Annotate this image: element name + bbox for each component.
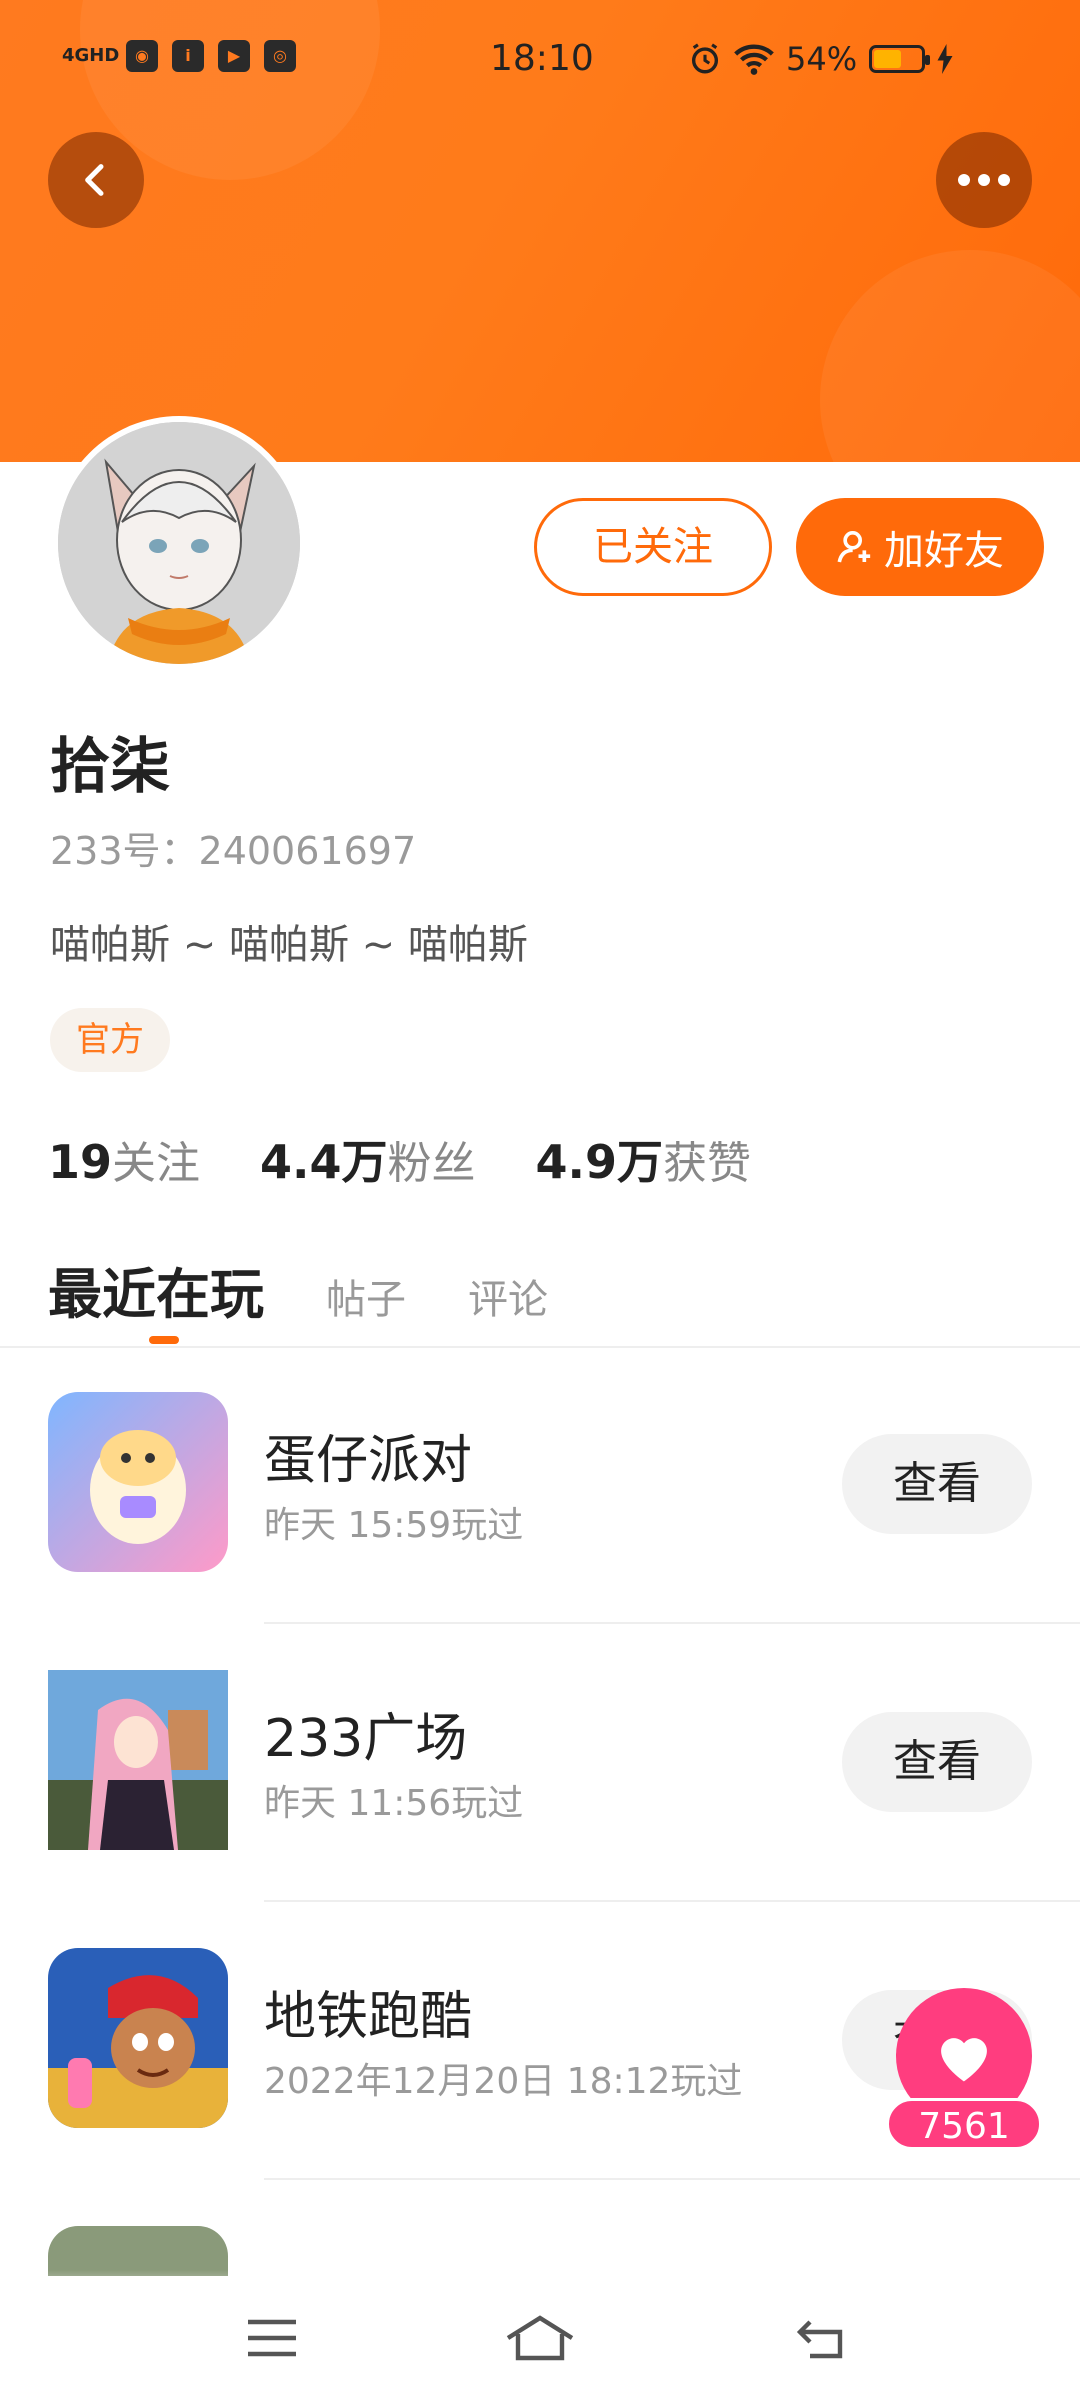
eggy-party-image (48, 1392, 228, 1572)
avatar-illustration (58, 422, 300, 664)
return-icon (796, 2320, 843, 2359)
view-button[interactable]: 查看 (842, 1712, 1032, 1812)
game-last-played: 昨天 11:56玩过 (264, 1783, 524, 1824)
subway-surfers-image (48, 1948, 228, 2128)
tab-recently-played[interactable]: 最近在玩 (48, 1250, 264, 1329)
profile-name: 拾柒 (50, 732, 170, 802)
stat-number: 19 (48, 1135, 113, 1189)
stat-number: 4.9万 (535, 1135, 664, 1189)
game-thumbnail-partial (48, 2226, 228, 2276)
tab-indicator (149, 1336, 179, 1344)
status-left: 4GHD ◉ i ▶ ◎ (62, 40, 296, 72)
battery-icon (869, 45, 931, 73)
profile-uid: 233号：240061697 (50, 829, 417, 873)
home-icon (506, 2315, 574, 2361)
game-last-played: 2022年12月20日 18:12玩过 (264, 2061, 743, 2102)
divider (264, 2178, 1080, 2180)
battery-fill (874, 50, 902, 68)
plaza-game-image (48, 1670, 228, 1850)
game-last-played: 昨天 15:59玩过 (264, 1505, 524, 1546)
game-thumbnail (48, 1670, 228, 1850)
back-nav-button[interactable] (794, 2314, 854, 2364)
tab-posts[interactable]: 帖子 (326, 1267, 406, 1325)
view-button[interactable]: 查看 (842, 1434, 1032, 1534)
menu-icon (248, 2319, 296, 2357)
profile-tabs: 最近在玩 帖子 评论 (48, 1250, 548, 1329)
gallery-app-icon: ◉ (126, 40, 158, 72)
add-user-icon (837, 531, 871, 563)
game-thumbnail (48, 1392, 228, 1572)
stat-likes[interactable]: 4.9万获赞 (536, 1126, 752, 1192)
stat-number: 4.4万 (260, 1135, 388, 1189)
tab-comments[interactable]: 评论 (468, 1267, 548, 1325)
stat-label: 获赞 (663, 1138, 752, 1189)
game-title: 地铁跑酷 (264, 1987, 473, 2047)
menu-button[interactable] (244, 2314, 304, 2364)
browser-app-icon: ◎ (264, 40, 296, 72)
stat-label: 粉丝 (387, 1138, 476, 1189)
game-thumbnail (48, 1948, 228, 2128)
home-button[interactable] (504, 2314, 580, 2364)
heart-icon (941, 2038, 987, 2082)
avatar[interactable] (52, 416, 306, 670)
battery-percent: 54% (786, 40, 858, 78)
charging-icon (937, 44, 953, 74)
status-right: 54% (688, 40, 953, 78)
avatar-image (58, 422, 300, 664)
game-title: 蛋仔派对 (264, 1431, 473, 1491)
stat-following[interactable]: 19关注 (48, 1127, 200, 1191)
like-count: 7561 (886, 2098, 1042, 2150)
system-nav-bar (0, 2276, 1080, 2400)
stat-label: 关注 (112, 1138, 201, 1189)
banner-decoration (820, 250, 1080, 462)
iqiyi-app-icon: i (172, 40, 204, 72)
profile-stats: 19关注 4.4万粉丝 4.9万获赞 (48, 1126, 751, 1192)
add-friend-button[interactable]: 加好友 (796, 498, 1044, 596)
chevron-left-icon (85, 164, 104, 196)
add-friend-label: 加好友 (884, 528, 1004, 574)
more-button[interactable] (936, 132, 1032, 228)
network-indicator: 4GHD (62, 45, 120, 66)
stat-fans[interactable]: 4.4万粉丝 (260, 1126, 476, 1192)
game-row[interactable]: 蛋仔派对 昨天 15:59玩过 查看 (0, 1346, 1080, 1624)
alarm-icon (691, 43, 719, 74)
ellipsis-icon (958, 174, 1010, 186)
status-bar: 4GHD ◉ i ▶ ◎ 18:10 54% (0, 0, 1080, 120)
status-time: 18:10 (490, 38, 594, 79)
back-button[interactable] (48, 132, 144, 228)
followed-button[interactable]: 已关注 (534, 498, 772, 596)
official-badge: 官方 (50, 1008, 170, 1072)
game-title: 233广场 (264, 1709, 468, 1769)
wifi-icon (734, 44, 774, 75)
profile-bio: 喵帕斯 ~ 喵帕斯 ~ 喵帕斯 (50, 922, 528, 968)
video-app-icon: ▶ (218, 40, 250, 72)
game-row[interactable]: 233广场 昨天 11:56玩过 查看 (0, 1624, 1080, 1902)
